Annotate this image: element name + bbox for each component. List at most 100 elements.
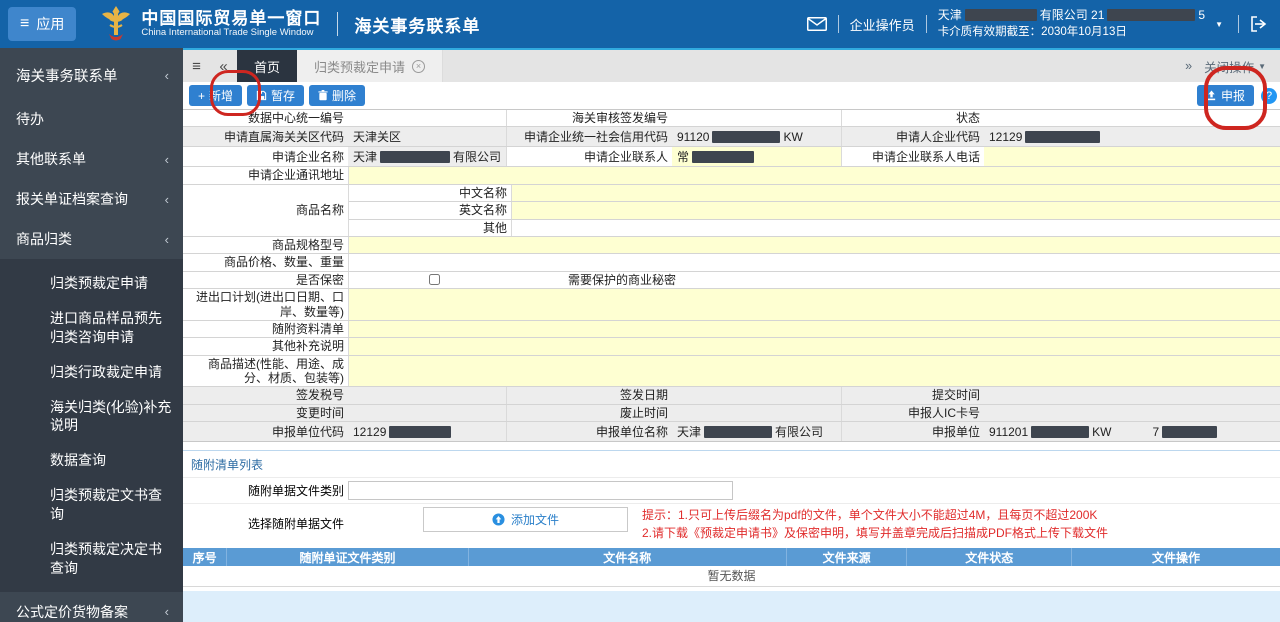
brand-subtitle: China International Trade Single Window [141,27,314,39]
field-label: 中文名称 [458,185,507,200]
attachment-file-type-input[interactable] [348,481,733,501]
other-notes-input[interactable] [348,338,1280,355]
field-label: 商品价格、数量、重量 [223,255,344,270]
submenu-item-data-query[interactable]: 数据查询 [0,443,183,478]
credit-code-field: 91120 KW [677,129,803,144]
confidential-checkbox[interactable] [429,274,440,286]
sidebar-item-commodity-classification[interactable]: 商品归类 ‹ [0,219,183,259]
brand-title: 中国国际贸易单一窗口 [141,8,322,28]
preruling-form: 数据中心统一编号 海关审核签发编号 状态 申请直属海关关区代码 天津关区 申请企… [183,109,1280,443]
tab-classification-preruling[interactable]: 归类预裁定申请 × [297,50,444,82]
trade-secret-input[interactable] [680,272,1280,288]
redaction-box [380,150,450,163]
submenu-item-preruling-decision-query[interactable]: 归类预裁定决定书查询 [0,532,183,586]
header-divider [837,15,839,33]
tab-menu-icon[interactable]: ≡ [183,50,210,82]
header-divider [1238,15,1239,33]
delete-button[interactable]: 删除 [309,85,366,106]
change-time-field [348,405,506,421]
company-name-line: 天津 有限公司 21 5 [938,6,1205,24]
field-label: 申请企业统一社会信用代码 [506,127,672,147]
app-menu-button[interactable]: ≡ 应用 [8,7,77,41]
submenu-item-customs-classification-supplement[interactable]: 海关归类(化验)补充说明 [0,390,183,444]
content-background-panel [183,590,1280,622]
tab-bar-right: » 关闭操作 ▼ [1185,50,1280,82]
goods-name-cn-input[interactable] [511,184,1280,202]
column-header-file-name: 文件名称 [468,548,787,567]
company-name-field: 天津 有限公司 [348,147,506,167]
close-operations-dropdown[interactable]: 关闭操作 ▼ [1204,57,1266,76]
empty-data-text: 暂无数据 [183,566,1280,587]
chevron-down-icon[interactable]: ▼ [1215,20,1223,29]
sidebar-item-declaration-archive-query[interactable]: 报关单证档案查询 ‹ [0,179,183,219]
sidebar-item-customs-contact-form[interactable]: 海关事务联系单 ‹ [0,48,183,99]
chevron-left-icon: ‹ [164,604,169,620]
company-address-input[interactable] [348,167,1280,184]
tab-label: 归类预裁定申请 [314,59,406,75]
sidebar-item-label: 公式定价货物备案 [16,603,128,620]
sidebar-item-todo[interactable]: 待办 [0,99,183,139]
goods-name-other-input[interactable] [511,219,1280,236]
empty-table-row: 暂无数据 [183,566,1280,587]
sidebar-item-other-contact-forms[interactable]: 其他联系单 ‹ [0,139,183,179]
contact-person-input[interactable]: 常 [672,147,841,167]
save-draft-button[interactable]: 暂存 [247,85,305,106]
tab-home[interactable]: 首页 [237,50,298,82]
field-label: 申请企业联系人电话 [841,147,984,167]
tab-scroll-right-icon[interactable]: » [1185,59,1192,73]
declare-unit-field: 911201 KW 7 [984,422,1280,441]
column-header-file-status: 文件状态 [906,548,1073,567]
declare-button[interactable]: 申报 [1196,85,1254,106]
sidebar-item-formula-pricing-record[interactable]: 公式定价货物备案 ‹ [0,592,183,622]
submenu-item-preruling-document-query[interactable]: 归类预裁定文书查询 [0,478,183,532]
field-label: 其他 [482,220,507,235]
field-label: 申报人IC卡号 [841,404,984,422]
import-export-plan-input[interactable] [348,289,1280,320]
attached-materials-list-input[interactable] [348,320,1280,338]
user-role-label[interactable]: 企业操作员 [850,15,915,34]
customs-district-field: 天津关区 [353,130,402,145]
customs-issue-no-field [672,110,841,126]
revoke-time-field [672,405,841,421]
card-expiry-text: 卡介质有效期截至：2030年10月13日 [937,26,1127,39]
goods-name-en-input[interactable] [511,202,1280,219]
toolbar: + 新增 暂存 删除 申报 ? [183,82,1280,109]
sidebar-item-label: 报关单证档案查询 [16,191,128,207]
goods-description-input[interactable] [348,355,1280,387]
tab-close-icon[interactable]: × [412,59,426,73]
header-divider [337,12,339,36]
help-icon[interactable]: ? [1261,87,1277,104]
issue-date-field [672,387,841,403]
field-label: 申报单位代码 [271,424,344,439]
upload-hint-line2: 2.请下载《预裁定申请书》及保密申明，填写并盖章完成后扫描成PDF格式上传下载文… [642,525,1109,540]
sidebar-item-label: 商品归类 [16,231,72,247]
goods-spec-model-input[interactable] [348,236,1280,254]
chevron-left-icon: ‹ [164,231,169,247]
logout-icon[interactable] [1250,16,1268,32]
field-label: 商品名称 [295,203,344,218]
chevron-left-icon: ‹ [164,68,169,83]
brand-block: 中国国际贸易单一窗口 China International Trade Sin… [141,9,321,39]
goods-price-qty-weight-input[interactable] [348,254,1280,271]
plus-icon: + [198,88,206,103]
upload-hint-line1: 提示：1.只可上传后缀名为pdf的文件，单个文件大小不能超过4M，且每页不超过2… [642,508,1098,523]
redaction-box [1107,9,1196,22]
redaction-box [692,150,755,163]
submenu-item-import-sample-preclassification[interactable]: 进口商品样品预先归类咨询申请 [0,301,183,355]
column-header-seq: 序号 [183,548,228,567]
add-file-button[interactable]: 添加文件 [423,507,628,533]
field-label: 申请企业联系人 [506,147,672,167]
add-file-icon [492,513,505,526]
contact-phone-input[interactable] [984,147,1280,167]
content-area: 数据中心统一编号 海关审核签发编号 状态 申请直属海关关区代码 天津关区 申请企… [183,109,1280,622]
field-label: 海关审核签发编号 [506,110,672,127]
field-label: 其他补充说明 [271,339,344,354]
mail-icon[interactable] [806,17,827,31]
save-icon [256,90,267,101]
company-info: 天津 有限公司 21 5 卡介质有效期截至：2030年10月13日 [938,6,1205,41]
add-button[interactable]: + 新增 [189,85,243,106]
submenu-item-classification-admin-ruling[interactable]: 归类行政裁定申请 [0,355,183,390]
submenu-item-classification-preruling-apply[interactable]: 归类预裁定申请 [0,266,183,301]
applicant-company-code-field: 12129 [984,127,1280,146]
tab-scroll-left-icon[interactable]: « [210,50,237,82]
